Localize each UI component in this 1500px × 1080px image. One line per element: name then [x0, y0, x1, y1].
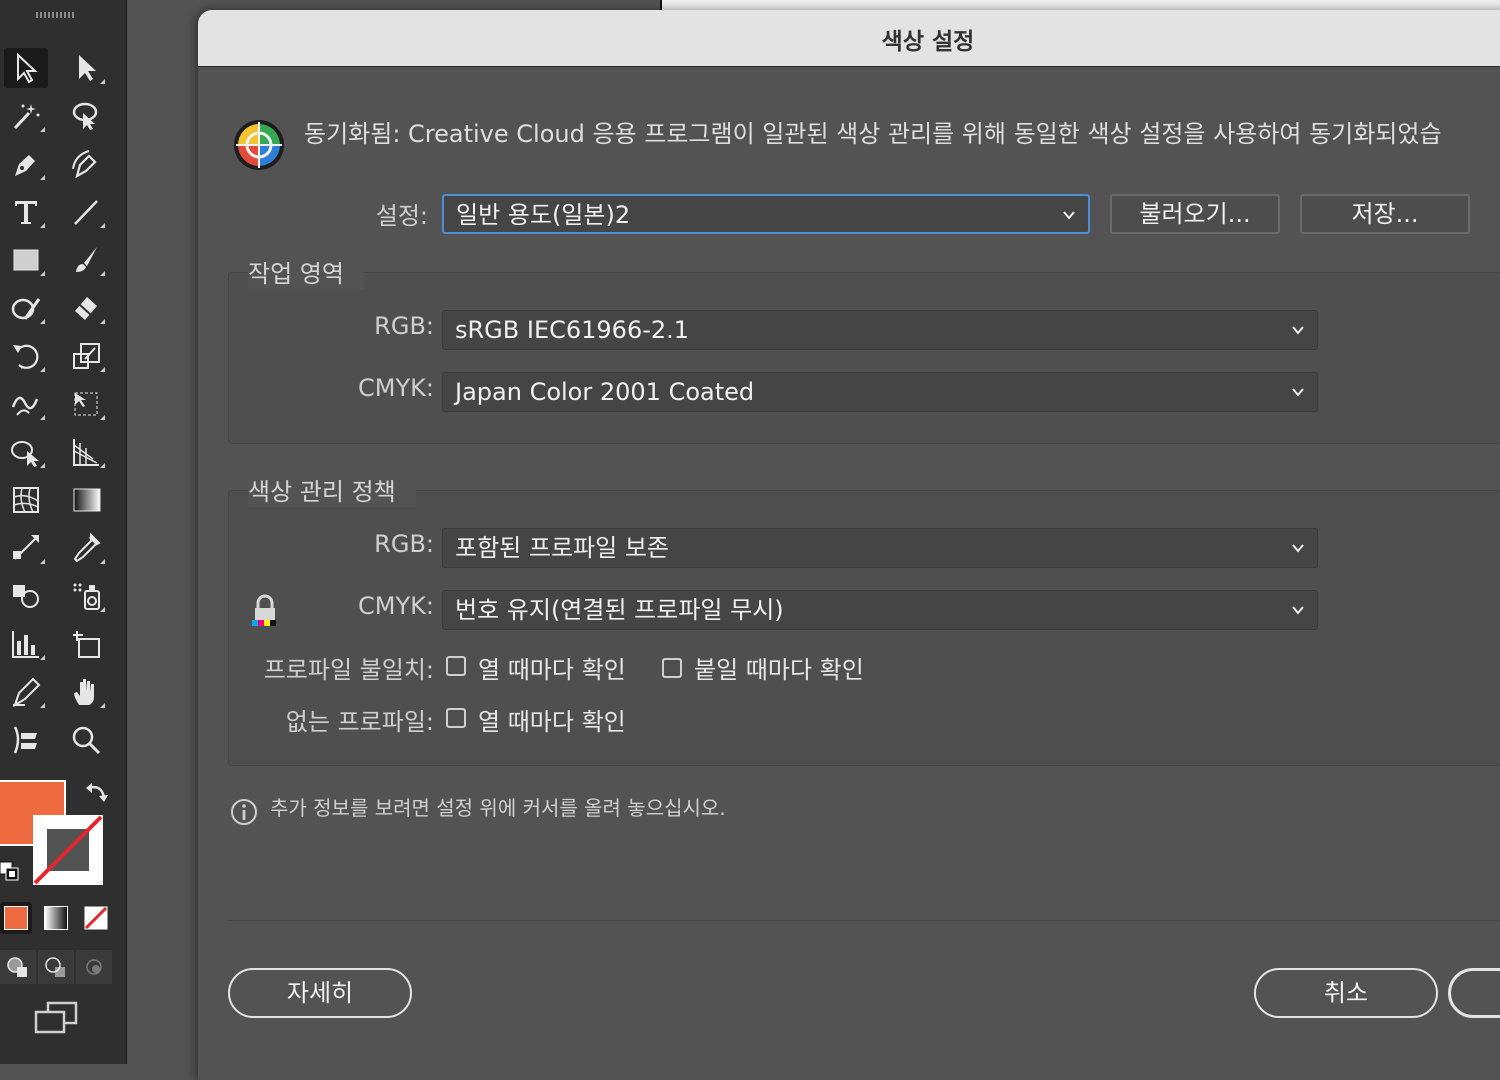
footer-divider: [228, 920, 1500, 921]
perspective-grid-tool-icon[interactable]: [64, 432, 108, 472]
direct-selection-tool-icon[interactable]: [64, 48, 108, 88]
blend-tool-icon[interactable]: [4, 528, 48, 568]
settings-value: 일반 용도(일본)2: [456, 201, 631, 229]
policy-cmyk-label: CMYK:: [358, 592, 434, 620]
warp-tool-icon[interactable]: [4, 384, 48, 424]
puppet-warp-tool-icon[interactable]: [4, 720, 48, 760]
hand-tool-icon[interactable]: [64, 672, 108, 712]
panel-grip[interactable]: [36, 12, 74, 18]
column-graph-tool-icon[interactable]: [4, 624, 48, 664]
missing-profile-label: 없는 프로파일:: [285, 708, 434, 736]
none-mode-icon[interactable]: [80, 902, 112, 934]
color-settings-dialog: 색상 설정 동기화됨: Creative Cloud 응용 프로그램이 일관된 …: [198, 10, 1500, 1080]
cancel-button[interactable]: 취소: [1254, 968, 1438, 1018]
working-rgb-value: sRGB IEC61966-2.1: [455, 316, 690, 344]
mismatch-ask-open-checkbox[interactable]: [446, 656, 466, 676]
chevron-down-icon: [1292, 544, 1304, 553]
eraser-tool-icon[interactable]: [64, 288, 108, 328]
tools-panel: [0, 0, 127, 1064]
gradient-tool-icon[interactable]: [64, 480, 108, 520]
zoom-tool-icon[interactable]: [64, 720, 108, 760]
slice-tool-icon[interactable]: [4, 672, 48, 712]
selection-tool-icon[interactable]: [4, 48, 48, 88]
settings-dropdown[interactable]: 일반 용도(일본)2: [442, 194, 1090, 234]
working-rgb-label: RGB:: [374, 312, 434, 340]
paintbrush-tool-icon[interactable]: [64, 240, 108, 280]
settings-label: 설정:: [375, 202, 428, 230]
mismatch-ask-open-label[interactable]: 열 때마다 확인: [478, 650, 626, 685]
pen-tool-icon[interactable]: [4, 144, 48, 184]
artboard-tool-icon[interactable]: [64, 624, 108, 664]
gradient-mode-icon[interactable]: [40, 902, 72, 934]
info-icon: [231, 799, 257, 825]
mismatch-ask-paste-label[interactable]: 붙일 때마다 확인: [694, 650, 864, 685]
dialog-titlebar: 색상 설정: [198, 10, 1500, 67]
symbol-sprayer-tool-icon[interactable]: [64, 576, 108, 616]
policy-rgb-dropdown[interactable]: 포함된 프로파일 보존: [442, 528, 1318, 568]
chevron-down-icon: [1292, 388, 1304, 397]
rectangle-tool-icon[interactable]: [4, 240, 48, 280]
working-spaces-group: [228, 272, 1500, 444]
ok-button[interactable]: [1448, 968, 1500, 1018]
type-tool-icon[interactable]: [4, 192, 48, 232]
policy-cmyk-dropdown[interactable]: 번호 유지(연결된 프로파일 무시): [442, 590, 1318, 630]
magic-wand-tool-icon[interactable]: [4, 96, 48, 136]
color-mode-icon[interactable]: [0, 902, 32, 934]
info-message: 추가 정보를 보려면 설정 위에 커서를 올려 놓으십시오.: [270, 796, 726, 820]
sync-status-icon: [234, 120, 284, 170]
profile-mismatch-label: 프로파일 불일치:: [263, 656, 434, 684]
rotate-tool-icon[interactable]: [4, 336, 48, 376]
missing-ask-open-checkbox[interactable]: [446, 708, 466, 728]
missing-ask-open-label[interactable]: 열 때마다 확인: [478, 702, 626, 737]
dialog-title: 색상 설정: [881, 29, 975, 55]
working-cmyk-dropdown[interactable]: Japan Color 2001 Coated: [442, 372, 1318, 412]
working-rgb-dropdown[interactable]: sRGB IEC61966-2.1: [442, 310, 1318, 350]
eyedropper-tool-icon[interactable]: [64, 528, 108, 568]
default-fill-stroke-icon[interactable]: [0, 860, 22, 884]
policies-title: 색상 관리 정책: [248, 472, 416, 507]
working-spaces-title: 작업 영역: [248, 254, 364, 289]
mesh-tool-icon[interactable]: [4, 480, 48, 520]
chevron-down-icon: [1063, 211, 1075, 220]
lasso-tool-icon[interactable]: [64, 96, 108, 136]
free-transform-tool-icon[interactable]: [64, 384, 108, 424]
chevron-down-icon: [1292, 606, 1304, 615]
lock-icon: [252, 594, 276, 626]
screen-mode-icon[interactable]: [34, 1000, 80, 1036]
sync-message: 동기화됨: Creative Cloud 응용 프로그램이 일관된 색상 관리를…: [304, 120, 1442, 148]
working-cmyk-value: Japan Color 2001 Coated: [455, 378, 755, 406]
draw-normal-icon[interactable]: [0, 950, 36, 984]
draw-inside-icon[interactable]: [76, 950, 112, 984]
live-paint-bucket-tool-icon[interactable]: [4, 576, 48, 616]
shaper-tool-icon[interactable]: [4, 288, 48, 328]
mismatch-ask-paste-checkbox[interactable]: [662, 658, 682, 678]
swap-fill-stroke-icon[interactable]: [84, 780, 110, 806]
stroke-color-swatch[interactable]: [33, 815, 103, 885]
curvature-tool-icon[interactable]: [64, 144, 108, 184]
more-options-button[interactable]: 자세히: [228, 968, 412, 1018]
working-cmyk-label: CMYK:: [358, 374, 434, 402]
load-button[interactable]: 불러오기...: [1110, 194, 1280, 234]
shape-builder-tool-icon[interactable]: [4, 432, 48, 472]
policy-rgb-value: 포함된 프로파일 보존: [455, 534, 669, 562]
save-button[interactable]: 저장...: [1300, 194, 1470, 234]
chevron-down-icon: [1292, 326, 1304, 335]
policy-cmyk-value: 번호 유지(연결된 프로파일 무시): [455, 596, 784, 624]
policy-rgb-label: RGB:: [374, 530, 434, 558]
scale-tool-icon[interactable]: [64, 336, 108, 376]
draw-behind-icon[interactable]: [38, 950, 74, 984]
line-segment-tool-icon[interactable]: [64, 192, 108, 232]
